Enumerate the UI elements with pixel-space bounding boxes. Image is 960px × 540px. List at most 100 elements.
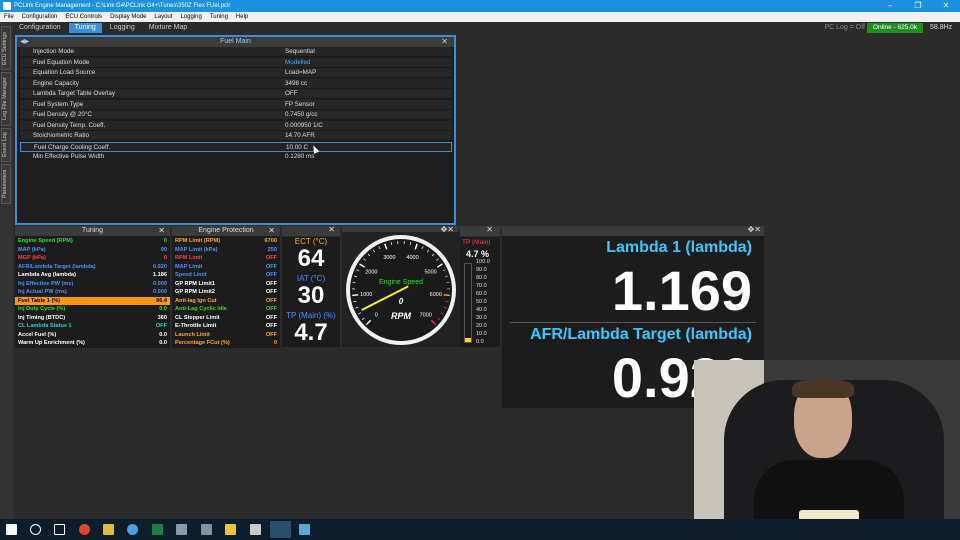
dial-tick-label: 6000 — [430, 292, 442, 298]
setting-value[interactable]: FP Sensor — [285, 100, 315, 110]
fuel-setting-row[interactable]: Min Effective Pulse Width 0.1280 ms — [20, 152, 452, 162]
protection-row[interactable]: Speed Limit OFF — [172, 271, 280, 280]
maximize-button[interactable]: ❐ — [904, 0, 932, 12]
task-view-icon[interactable] — [54, 524, 65, 535]
menu-display-mode[interactable]: Display Mode — [106, 14, 150, 20]
side-tab-parameters[interactable]: Parameters — [1, 164, 11, 204]
tuning-row[interactable]: CL Lambda Status 1 OFF — [15, 322, 170, 331]
start-icon[interactable] — [6, 524, 17, 535]
close-icon[interactable]: ✕ — [268, 226, 275, 236]
menu-file[interactable]: File — [0, 14, 18, 20]
panel-nav-icon[interactable]: ◀▶ — [20, 37, 29, 47]
pclink-active-icon[interactable] — [270, 521, 291, 538]
side-tab-ecu-settings[interactable]: ECU Settings — [1, 26, 11, 70]
excel-icon[interactable] — [152, 524, 163, 535]
calculator-icon[interactable] — [250, 524, 261, 535]
setting-value[interactable]: Modelled — [285, 58, 311, 68]
fuel-setting-row-selected[interactable]: Fuel Charge Cooling Coeff. 10.00 C — [20, 141, 452, 153]
protection-row[interactable]: MAP Limit (kPa) 250 — [172, 246, 280, 255]
side-tab-strip: ECU Settings Log File Manager Event Log … — [0, 22, 13, 522]
tuning-header: Tuning ✕ — [15, 226, 170, 236]
tab-mixture-map[interactable]: Mixture Map — [143, 23, 194, 33]
side-tab-event-log[interactable]: Event Log — [1, 128, 11, 162]
protection-row[interactable]: Anti-Lag Cyclic Idle OFF — [172, 305, 280, 314]
protection-row[interactable]: GP RPM Limit1 OFF — [172, 280, 280, 289]
rpm-value: 0 — [399, 297, 404, 306]
dial-tick-label: 1000 — [360, 292, 372, 298]
minimize-button[interactable]: – — [876, 0, 904, 12]
tab-configuration[interactable]: Configuration — [13, 23, 67, 33]
menu-ecu-controls[interactable]: ECU Controls — [61, 14, 106, 20]
close-icon[interactable]: ✕ — [486, 225, 493, 234]
protection-row[interactable]: E-Throttle Limit OFF — [172, 322, 280, 331]
setting-value[interactable]: 14.70 AFR — [285, 131, 315, 141]
setting-value[interactable]: 0.000950 1/C — [285, 121, 323, 131]
fuel-setting-row[interactable]: Stoichiometric Ratio 14.70 AFR — [20, 131, 452, 141]
setting-value[interactable]: 0.7450 g/cc — [285, 110, 318, 120]
search-icon[interactable] — [30, 524, 41, 535]
flash-icon[interactable] — [225, 524, 236, 535]
setting-value[interactable]: 0.1280 ms — [285, 152, 314, 162]
tab-tuning[interactable]: Tuning — [68, 23, 102, 33]
fuel-setting-row[interactable]: Injection Mode Sequential — [20, 47, 452, 57]
tuning-row[interactable]: Warm Up Enrichment (%) 0.0 — [15, 339, 170, 348]
chrome-icon[interactable] — [79, 524, 90, 535]
fuel-setting-row[interactable]: Fuel Density Temp. Coeff. 0.000950 1/C — [20, 120, 452, 131]
skype-icon[interactable] — [127, 524, 138, 535]
parameter-value: OFF — [265, 331, 277, 338]
setting-value[interactable]: Load=MAP — [285, 68, 316, 78]
tuning-row[interactable]: Engine Speed (RPM) 0 — [15, 237, 170, 246]
protection-row[interactable]: CL Stepper Limit OFF — [172, 314, 280, 323]
menu-layout[interactable]: Layout — [150, 14, 176, 20]
protection-row[interactable]: MAP Limit OFF — [172, 263, 280, 272]
file-explorer-icon[interactable] — [103, 524, 114, 535]
protection-row[interactable]: Launch Limit OFF — [172, 331, 280, 340]
setting-value[interactable]: 10.00 C — [286, 143, 308, 153]
tuning-row[interactable]: Inj Timing (BTDC) 360 — [15, 314, 170, 323]
menu-help[interactable]: Help — [232, 14, 252, 20]
fuel-setting-row[interactable]: Fuel System Type FP Sensor — [20, 99, 452, 110]
tuning-row[interactable]: Inj Actual PW (ms) 0.000 — [15, 288, 170, 297]
tuning-row[interactable]: MAP (kPa) 90 — [15, 246, 170, 255]
tuning-row[interactable]: Inj Duty Cycle (%) 0.0 — [15, 305, 170, 314]
parameter-value: OFF — [265, 323, 277, 329]
close-icon[interactable]: ✕ — [328, 225, 335, 234]
parameter-name: CL Stepper Limit — [175, 314, 220, 321]
tuning-row[interactable]: Accel Fuel (%) 0.0 — [15, 331, 170, 340]
move-close-icons[interactable]: ✥✕ — [748, 225, 761, 234]
window-title: PCLink Engine Management - C:\Link G4\PC… — [14, 3, 231, 9]
tuning-row[interactable]: Inj Effective PW (ms) 0.000 — [15, 280, 170, 289]
setting-value[interactable]: OFF — [285, 89, 298, 99]
app-icon[interactable] — [299, 524, 310, 535]
app-icon[interactable] — [201, 524, 212, 535]
parameter-value: 250 — [267, 246, 277, 253]
close-icon[interactable]: ✕ — [158, 226, 165, 236]
fuel-setting-row[interactable]: Engine Capacity 3498 cc — [20, 78, 452, 89]
fuel-setting-row[interactable]: Fuel Equation Mode Modelled — [20, 57, 452, 68]
protection-row[interactable]: Anti-lag Ign Cut OFF — [172, 297, 280, 306]
fuel-setting-row[interactable]: Fuel Density @ 20°C 0.7450 g/cc — [20, 110, 452, 120]
setting-value[interactable]: 3498 cc — [285, 79, 307, 89]
protection-row[interactable]: RPM Limit OFF — [172, 254, 280, 263]
tuning-row[interactable]: AFR/Lambda Target (lambda) 0.920 — [15, 263, 170, 272]
tuning-row[interactable]: Fuel Table 1 (%) 86.4 — [15, 296, 170, 305]
close-icon[interactable]: ✕ — [441, 37, 448, 47]
dial-tick-label: 2000 — [365, 269, 377, 275]
protection-row[interactable]: Percentage FCut (%) 0 — [172, 339, 280, 348]
fuel-setting-row[interactable]: Lambda Target Table Overlay OFF — [20, 89, 452, 99]
setting-value[interactable]: Sequential — [285, 47, 315, 57]
parameter-name: Engine Speed (RPM) — [18, 238, 73, 244]
side-tab-log-file-manager[interactable]: Log File Manager — [1, 72, 11, 126]
tuning-row[interactable]: MGP (kPa) 0 — [15, 254, 170, 263]
close-button[interactable]: ✕ — [932, 0, 960, 12]
menu-tuning[interactable]: Tuning — [206, 14, 232, 20]
menu-configuration[interactable]: Configuration — [18, 14, 62, 20]
app-icon[interactable] — [176, 524, 187, 535]
menu-logging[interactable]: Logging — [176, 14, 205, 20]
protection-row[interactable]: GP RPM Limit2 OFF — [172, 288, 280, 297]
parameter-name: Percentage FCut (%) — [175, 340, 230, 346]
tab-logging[interactable]: Logging — [104, 23, 141, 33]
tuning-row[interactable]: Lambda Avg (lambda) 1.186 — [15, 271, 170, 280]
fuel-setting-row[interactable]: Equation Load Source Load=MAP — [20, 68, 452, 78]
protection-row[interactable]: RPM Limit (RPM) 6700 — [172, 237, 280, 246]
